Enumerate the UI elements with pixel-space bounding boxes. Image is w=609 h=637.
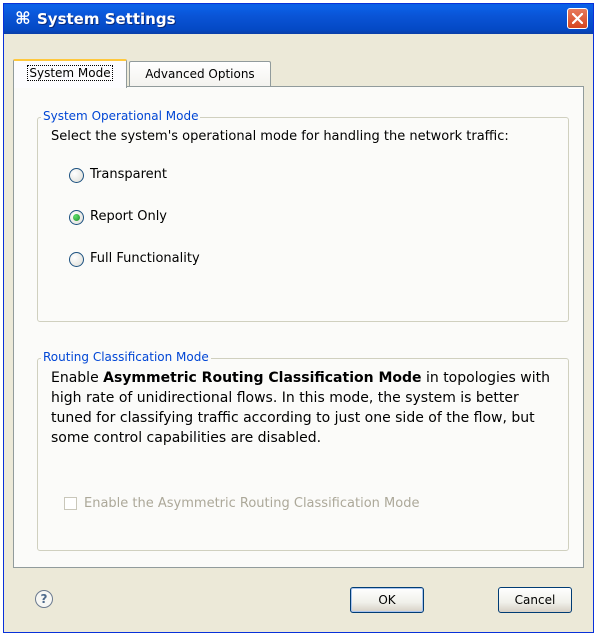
close-icon <box>572 13 583 24</box>
tab-label: System Mode <box>27 65 113 81</box>
ok-button[interactable]: OK <box>350 587 424 613</box>
cancel-button[interactable]: Cancel <box>498 587 572 613</box>
tab-advanced-options[interactable]: Advanced Options <box>129 61 271 87</box>
dialog-title: System Settings <box>37 10 176 28</box>
operational-mode-group: System Operational Mode Select the syste… <box>37 109 569 322</box>
description-bold: Asymmetric Routing Classification Mode <box>103 370 422 386</box>
radio-label: Full Functionality <box>90 251 200 266</box>
asymmetric-routing-checkbox <box>64 497 77 510</box>
system-settings-dialog: ⌘ System Settings System Mode Advanced O… <box>3 3 594 633</box>
radio-label: Transparent <box>90 167 167 182</box>
tab-label: Advanced Options <box>145 67 255 81</box>
app-logo-icon: ⌘ <box>15 9 31 29</box>
radio-selected-dot <box>73 214 80 221</box>
radio-label: Report Only <box>90 209 168 224</box>
group-title: Routing Classification Mode <box>41 350 211 364</box>
tab-system-mode[interactable]: System Mode <box>13 59 127 88</box>
radio-button[interactable] <box>69 168 84 183</box>
operational-mode-description: Select the system's operational mode for… <box>51 129 509 144</box>
help-icon[interactable]: ? <box>35 590 53 608</box>
title-bar[interactable]: ⌘ System Settings <box>4 4 593 34</box>
figure-number: 210814 <box>595 582 609 637</box>
system-mode-panel: System Operational Mode Select the syste… <box>13 86 584 568</box>
routing-mode-description: Enable Asymmetric Routing Classification… <box>51 368 561 448</box>
radio-button[interactable] <box>69 252 84 267</box>
checkbox-label: Enable the Asymmetric Routing Classifica… <box>84 496 420 511</box>
group-title: System Operational Mode <box>41 109 201 123</box>
routing-mode-group: Routing Classification Mode Enable Asymm… <box>37 350 569 551</box>
close-button[interactable] <box>567 8 588 29</box>
radio-button-selected[interactable] <box>69 210 84 225</box>
description-prefix: Enable <box>51 370 104 386</box>
